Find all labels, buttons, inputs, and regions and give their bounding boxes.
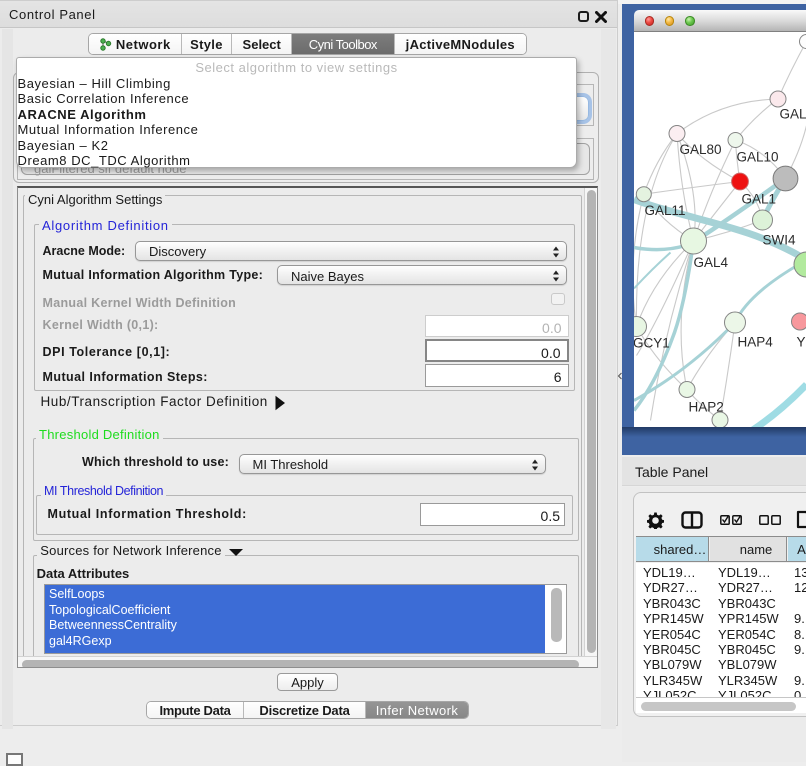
svg-text:GAL80: GAL80	[679, 142, 721, 157]
svg-text:GCY1: GCY1	[634, 335, 670, 350]
svg-text:GAL1: GAL1	[741, 191, 776, 206]
svg-text:GAL4: GAL4	[693, 255, 728, 270]
svg-text:SWI4: SWI4	[762, 232, 795, 247]
svg-text:GAL2: GAL2	[779, 106, 806, 121]
svg-text:Y: Y	[796, 334, 805, 349]
svg-text:HAP4: HAP4	[737, 334, 773, 349]
svg-text:GAL11: GAL11	[644, 203, 685, 218]
svg-text:GAL10: GAL10	[736, 149, 778, 164]
svg-text:HAP2: HAP2	[688, 399, 723, 414]
